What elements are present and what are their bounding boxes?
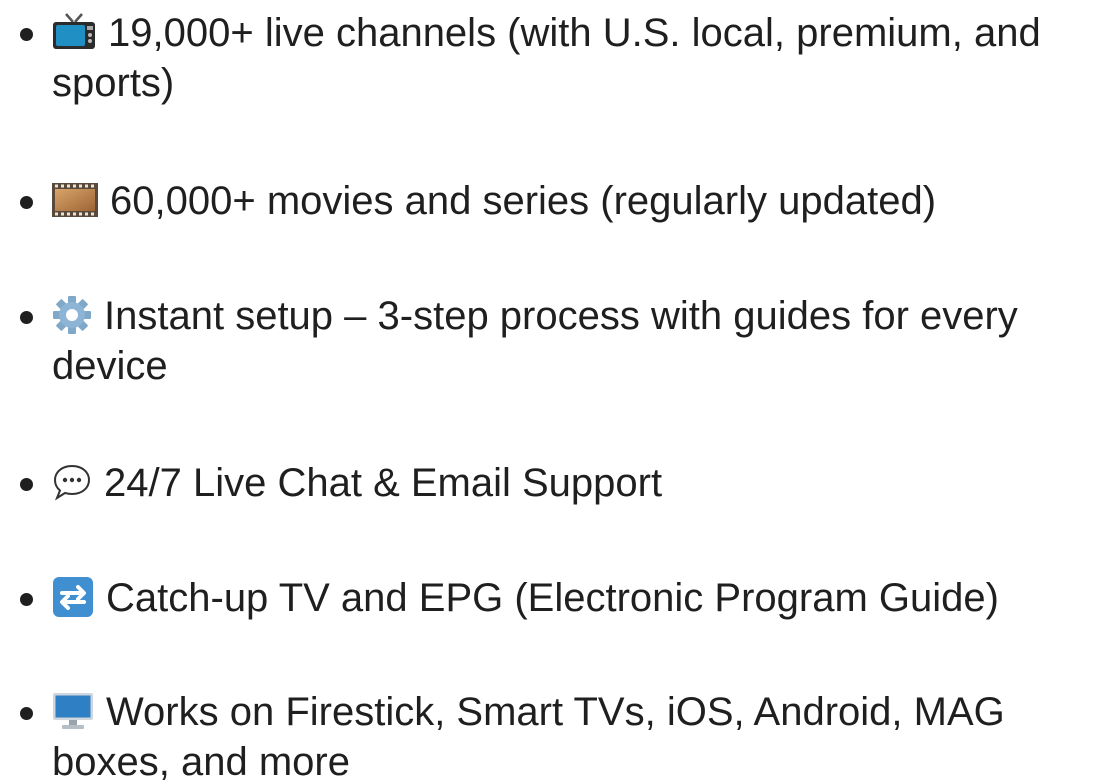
gear-icon [52,295,92,335]
television-icon [52,12,96,52]
list-item: Catch-up TV and EPG (Electronic Program … [0,573,1120,623]
bullet [20,196,33,209]
speech-balloon-icon [52,462,92,502]
list-item: Works on Firestick, Smart TVs, iOS, Andr… [0,687,1120,782]
list-item: 19,000+ live channels (with U.S. local, … [0,8,1120,108]
film-frames-icon [52,183,98,218]
counterclockwise-arrows-icon [52,576,94,618]
feature-list: 19,000+ live channels (with U.S. local, … [0,0,1120,782]
bullet [20,311,33,324]
list-item: 60,000+ movies and series (regularly upd… [0,176,1120,226]
feature-text: Catch-up TV and EPG (Electronic Program … [106,576,999,620]
bullet [20,593,33,606]
feature-text: Instant setup – 3-step process with guid… [52,294,1018,388]
bullet [20,707,33,720]
feature-text: Works on Firestick, Smart TVs, iOS, Andr… [52,690,1005,782]
list-item: Instant setup – 3-step process with guid… [0,291,1120,391]
list-item: 24/7 Live Chat & Email Support [0,458,1120,508]
feature-text: 19,000+ live channels (with U.S. local, … [52,11,1041,105]
feature-text: 24/7 Live Chat & Email Support [104,461,663,505]
bullet [20,478,33,491]
feature-text: 60,000+ movies and series (regularly upd… [110,179,937,223]
bullet [20,28,33,41]
desktop-computer-icon [52,691,94,731]
